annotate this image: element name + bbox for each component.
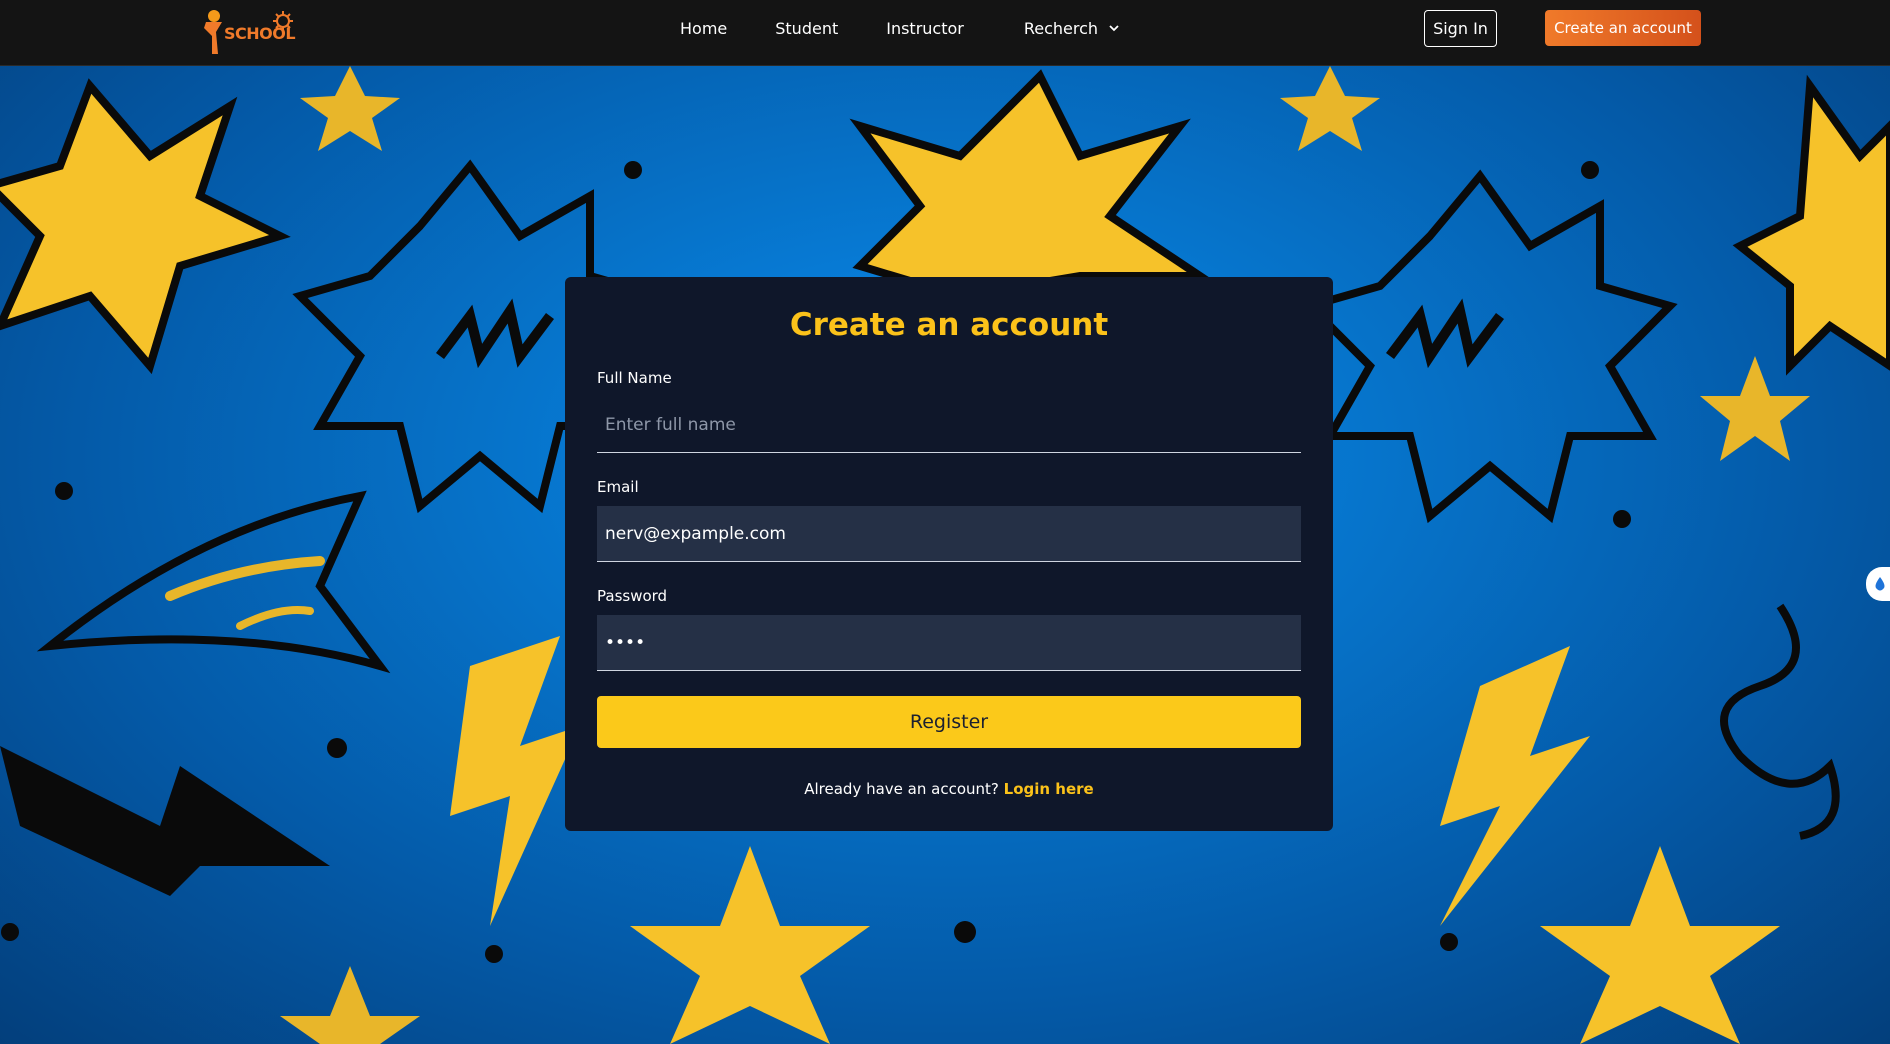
sign-in-button[interactable]: Sign In	[1424, 10, 1497, 47]
school-logo[interactable]: SCHOOL	[196, 6, 296, 56]
login-link[interactable]: Login here	[1004, 780, 1094, 798]
register-button[interactable]: Register	[597, 696, 1301, 748]
register-form-card: Create an account Full Name Enter full n…	[565, 277, 1333, 831]
full-name-label: Full Name	[597, 369, 672, 387]
full-name-input[interactable]: Enter full name	[597, 397, 1301, 453]
nav-links: Home Student Instructor Recherch	[680, 0, 1120, 56]
form-title: Create an account	[789, 307, 1109, 343]
password-label: Password	[597, 587, 668, 605]
nav-home[interactable]: Home	[680, 19, 727, 38]
create-account-button[interactable]: Create an account	[1545, 10, 1701, 46]
login-prompt-text: Already have an account?	[804, 780, 999, 798]
email-label: Email	[597, 478, 639, 496]
nav-instructor[interactable]: Instructor	[886, 19, 964, 38]
top-navbar: SCHOOL Home Student Instructor Recherch …	[0, 0, 1890, 66]
nav-student[interactable]: Student	[775, 19, 838, 38]
chevron-down-icon	[1109, 25, 1119, 32]
floating-side-widget[interactable]	[1866, 567, 1890, 601]
login-prompt: Already have an account? Login here	[565, 780, 1333, 798]
droplet-icon	[1875, 577, 1885, 591]
password-input[interactable]: ••••	[597, 615, 1301, 671]
logo-text: SCHOOL	[224, 24, 296, 43]
nav-recherch-dropdown[interactable]: Recherch	[1024, 19, 1120, 38]
email-input[interactable]: nerv@expample.com	[597, 506, 1301, 562]
nav-recherch-label: Recherch	[1023, 18, 1099, 38]
